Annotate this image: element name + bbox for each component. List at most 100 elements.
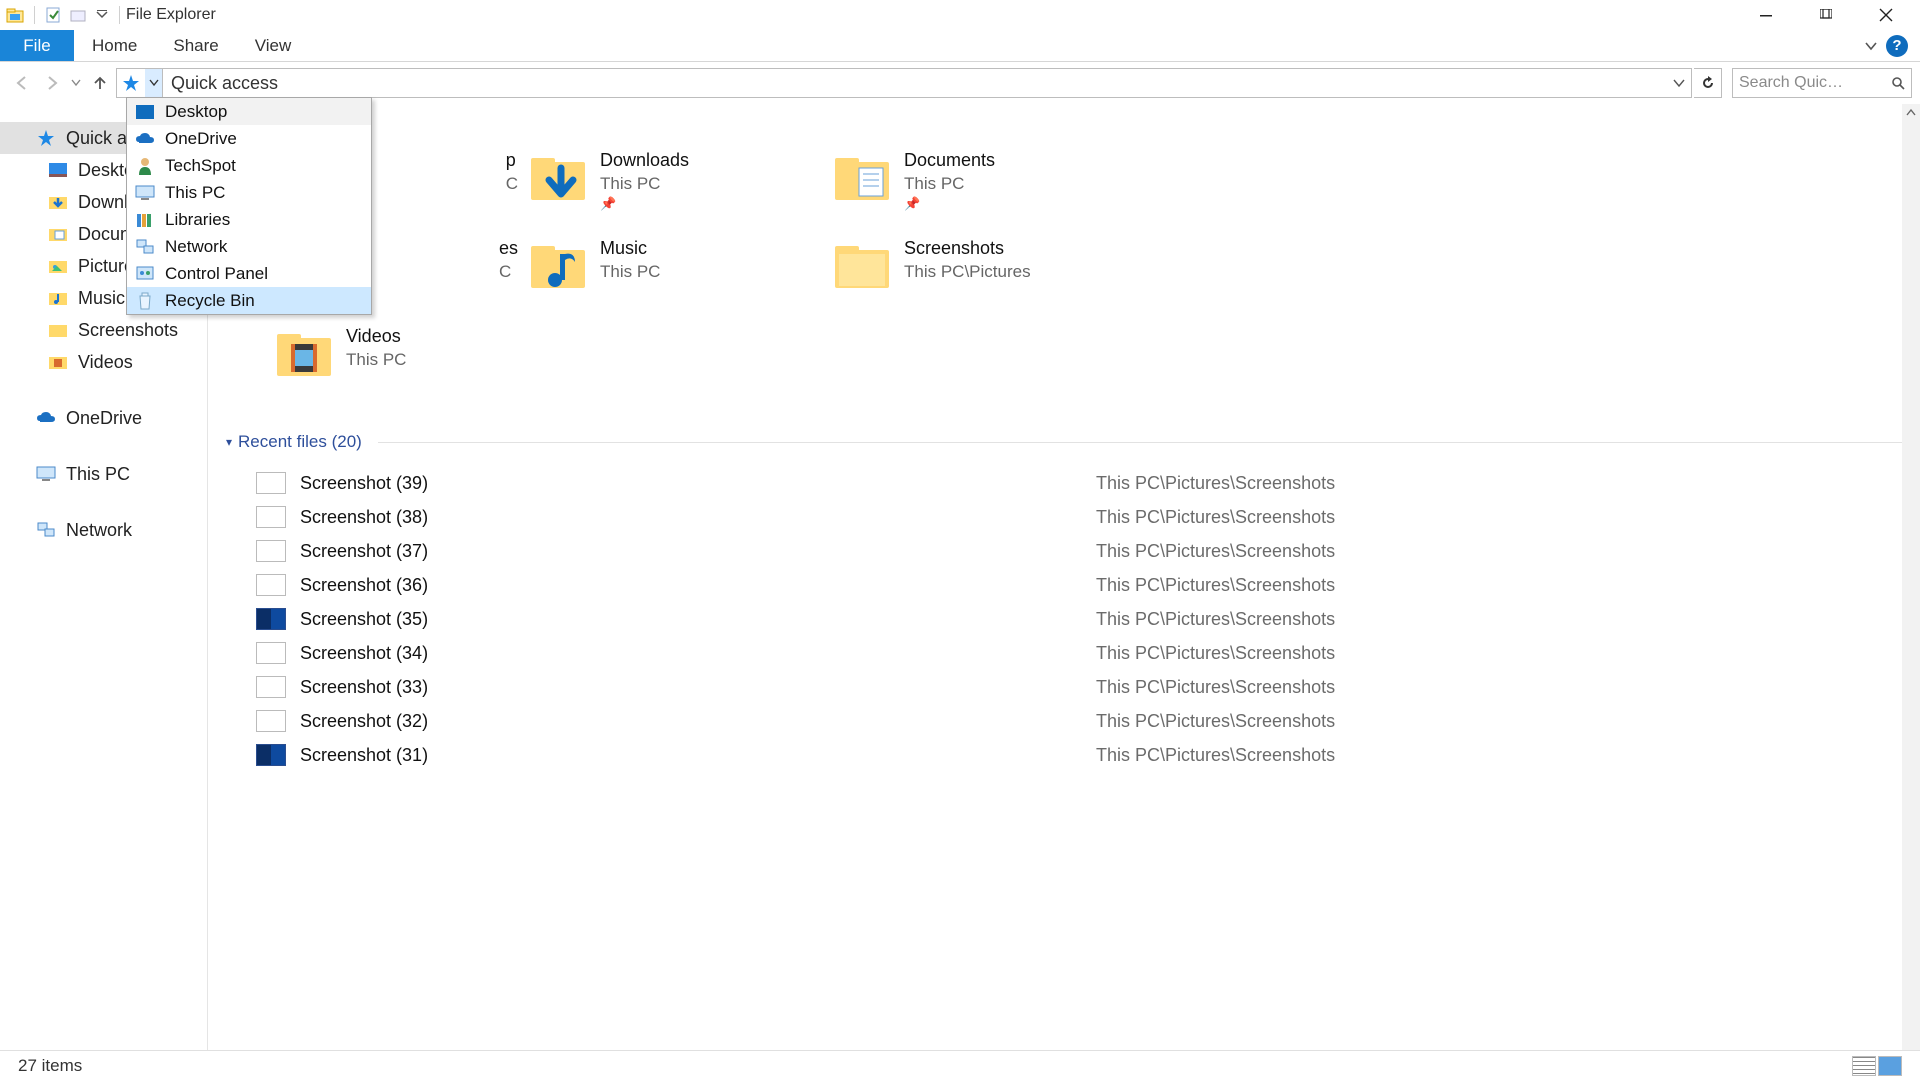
forward-button[interactable] xyxy=(38,69,66,97)
file-name: Screenshot (35) xyxy=(300,609,428,630)
dropdown-item-libraries[interactable]: Libraries xyxy=(127,206,371,233)
details-view-button[interactable] xyxy=(1852,1056,1876,1076)
app-icon xyxy=(4,4,26,26)
sidebar-item-thispc[interactable]: This PC xyxy=(0,458,207,490)
thumbnails-view-button[interactable] xyxy=(1878,1056,1902,1076)
file-name: Screenshot (36) xyxy=(300,575,428,596)
libraries-icon xyxy=(135,210,155,230)
recent-file-row[interactable]: Screenshot (34) This PC\Pictures\Screensh… xyxy=(226,636,1920,670)
pin-icon: 📌 xyxy=(904,196,995,212)
file-path: This PC\Pictures\Screenshots xyxy=(1096,609,1335,630)
recent-locations-button[interactable] xyxy=(68,69,84,97)
file-path: This PC\Pictures\Screenshots xyxy=(1096,541,1335,562)
dropdown-item-this-pc[interactable]: This PC xyxy=(127,179,371,206)
file-thumbnail xyxy=(256,608,286,630)
search-input[interactable]: Search Quic… xyxy=(1732,68,1912,98)
file-thumbnail xyxy=(256,710,286,732)
file-path: This PC\Pictures\Screenshots xyxy=(1096,745,1335,766)
address-dropdown-icon[interactable] xyxy=(1667,77,1691,89)
tile-documents[interactable]: DocumentsThis PC📌 xyxy=(834,150,1134,220)
window-controls xyxy=(1736,0,1916,30)
qat-newfolder-icon[interactable] xyxy=(67,4,89,26)
thispc-icon xyxy=(135,183,155,203)
up-button[interactable] xyxy=(86,69,114,97)
file-thumbnail xyxy=(256,676,286,698)
file-thumbnail xyxy=(256,744,286,766)
tab-share[interactable]: Share xyxy=(155,30,236,61)
onedrive-icon xyxy=(36,408,56,428)
back-button[interactable] xyxy=(8,69,36,97)
sidebar-item-network[interactable]: Network xyxy=(0,514,207,546)
refresh-button[interactable] xyxy=(1694,68,1722,98)
star-icon xyxy=(36,128,56,148)
sidebar-item-onedrive[interactable]: OneDrive xyxy=(0,402,207,434)
file-path: This PC\Pictures\Screenshots xyxy=(1096,643,1335,664)
vertical-scrollbar[interactable] xyxy=(1902,104,1920,1050)
recent-file-row[interactable]: Screenshot (31)This PC\Pictures\Screensh… xyxy=(226,738,1920,772)
file-thumbnail xyxy=(256,506,286,528)
desktop-icon xyxy=(135,102,155,122)
scroll-up-icon[interactable] xyxy=(1902,104,1920,122)
ribbon-expand-icon[interactable] xyxy=(1864,39,1878,53)
address-history-dropdown-button[interactable] xyxy=(145,69,163,97)
dropdown-item-onedrive[interactable]: OneDrive xyxy=(127,125,371,152)
dropdown-item-control-panel[interactable]: Control Panel xyxy=(127,260,371,287)
minimize-button[interactable] xyxy=(1736,0,1796,30)
recent-file-row[interactable]: Screenshot (36) This PC\Pictures\Screensh… xyxy=(226,568,1920,602)
recent-file-row[interactable]: Screenshot (35) This PC\Pictures\Screensh… xyxy=(226,602,1920,636)
recent-file-row[interactable]: Screenshot (33) This PC\Pictures\Screensh… xyxy=(226,670,1920,704)
address-text[interactable]: Quick access xyxy=(163,73,286,94)
file-thumbnail xyxy=(256,472,286,494)
tab-home[interactable]: Home xyxy=(74,30,155,61)
recent-file-row[interactable]: Screenshot (32) This PC\Pictures\Screensh… xyxy=(226,704,1920,738)
music-icon xyxy=(530,238,586,294)
frequent-folders: p C DownloadsThis PC📌 DocumentsThis PC📌 … xyxy=(226,150,1920,396)
qat-customize-icon[interactable] xyxy=(91,4,113,26)
recent-file-row[interactable]: Screenshot (39)This PC\Pictures\Screensh… xyxy=(226,466,1920,500)
sidebar-item-screenshots[interactable]: Screenshots xyxy=(0,314,207,346)
file-name: Screenshot (32) xyxy=(300,711,428,732)
file-path: This PC\Pictures\Screenshots xyxy=(1096,677,1335,698)
file-thumbnail xyxy=(256,642,286,664)
help-icon[interactable]: ? xyxy=(1886,35,1908,57)
recent-file-row[interactable]: Screenshot (37) This PC\Pictures\Screensh… xyxy=(226,534,1920,568)
file-path: This PC\Pictures\Screenshots xyxy=(1096,711,1335,732)
file-name: Screenshot (37) xyxy=(300,541,428,562)
file-name: Screenshot (39) xyxy=(300,473,428,494)
recyclebin-icon xyxy=(135,291,155,311)
qat-properties-icon[interactable] xyxy=(43,4,65,26)
dropdown-item-network[interactable]: Network xyxy=(127,233,371,260)
maximize-button[interactable] xyxy=(1796,0,1856,30)
folder-icon xyxy=(48,320,68,340)
close-button[interactable] xyxy=(1856,0,1916,30)
tab-view[interactable]: View xyxy=(237,30,310,61)
tile-videos[interactable]: VideosThis PC xyxy=(226,326,526,396)
address-history-dropdown: DesktopOneDriveTechSpotThis PCLibrariesN… xyxy=(126,97,372,315)
sidebar-item-videos[interactable]: Videos xyxy=(0,346,207,378)
file-path: This PC\Pictures\Screenshots xyxy=(1096,575,1335,596)
file-name: Screenshot (33) xyxy=(300,677,428,698)
address-bar[interactable]: Quick access xyxy=(116,68,1692,98)
dropdown-item-desktop[interactable]: Desktop xyxy=(127,98,371,125)
search-icon xyxy=(1891,76,1905,90)
tile-downloads[interactable]: DownloadsThis PC📌 xyxy=(530,150,830,220)
dropdown-item-techspot[interactable]: TechSpot xyxy=(127,152,371,179)
user-icon xyxy=(135,156,155,176)
window-title: File Explorer xyxy=(126,6,216,24)
recent-files-list: Screenshot (39) This PC\Pictures\Screensh… xyxy=(226,466,1920,772)
desktop-icon xyxy=(48,160,68,180)
tile-music[interactable]: MusicThis PC xyxy=(530,238,830,308)
file-thumbnail xyxy=(256,574,286,596)
tile-screenshots[interactable]: ScreenshotsThis PC\Pictures xyxy=(834,238,1134,308)
recent-files-header[interactable]: ▾ Recent files (20) xyxy=(226,432,1920,452)
content-pane: p C DownloadsThis PC📌 DocumentsThis PC📌 … xyxy=(208,104,1920,1050)
ribbon: File Home Share View ? xyxy=(0,30,1920,62)
recent-file-row[interactable]: Screenshot (38)This PC\Pictures\Screensh… xyxy=(226,500,1920,534)
dropdown-item-recycle-bin[interactable]: Recycle Bin xyxy=(127,287,371,314)
titlebar: File Explorer xyxy=(0,0,1920,30)
videos-icon xyxy=(48,352,68,372)
file-menu[interactable]: File xyxy=(0,30,74,61)
folder-icon xyxy=(834,238,890,294)
file-name: Screenshot (34) xyxy=(300,643,428,664)
pin-icon: 📌 xyxy=(600,196,689,212)
